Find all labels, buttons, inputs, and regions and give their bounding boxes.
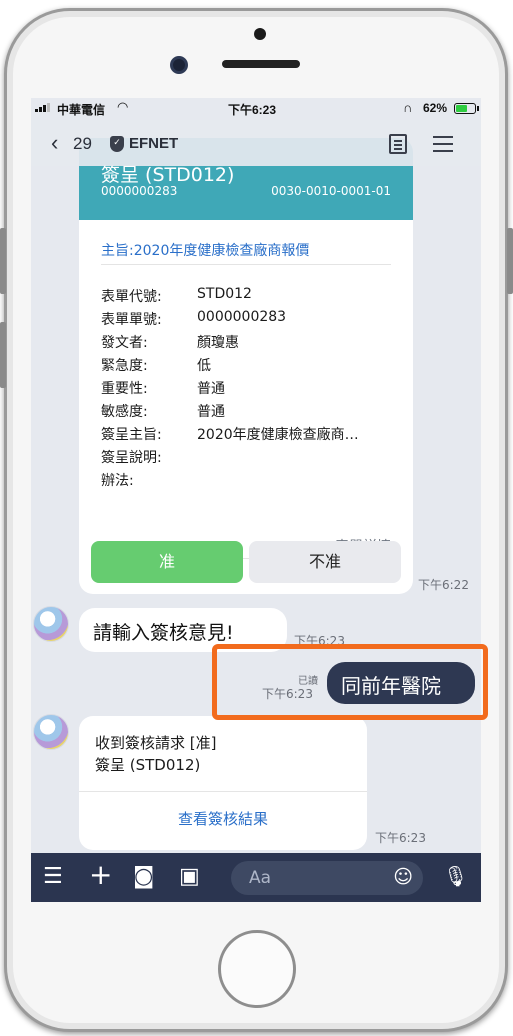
input-placeholder: Aa — [249, 868, 272, 888]
reject-button[interactable]: 不准 — [249, 541, 401, 583]
field-row: 發文者: 顏瓊惠 — [101, 332, 391, 355]
battery-percent: 62% — [423, 101, 448, 115]
unread-count[interactable]: 29 — [73, 134, 92, 154]
field-label: 重要性: — [101, 381, 148, 397]
plus-icon[interactable]: + — [89, 858, 112, 891]
notes-icon[interactable] — [389, 134, 407, 154]
field-label: 敏感度: — [101, 404, 148, 420]
chat-header: ‹ 29 ✓ EFNET — [31, 120, 481, 166]
volume-up-button — [0, 228, 6, 294]
menu-list-icon[interactable]: ☰ — [43, 864, 63, 889]
message-input[interactable]: Aa ☺ — [231, 861, 423, 895]
field-row: 表單單號: 0000000283 — [101, 309, 391, 332]
microphone-icon[interactable]: 🎙 — [443, 864, 468, 888]
status-time: 下午6:23 — [228, 103, 277, 117]
divider — [79, 791, 367, 792]
carrier-name: 中華電信 — [57, 103, 106, 117]
camera-icon[interactable]: ◙ — [133, 864, 154, 889]
highlight-box — [212, 644, 488, 720]
field-label: 緊急度: — [101, 358, 148, 374]
card-fields: 表單代號: STD012 表單單號: 0000000283 發文者: 顏瓊惠 緊急度:… — [101, 286, 391, 493]
field-value: STD012 — [197, 286, 252, 302]
card-timestamp: 下午6:22 — [418, 578, 469, 592]
field-row: 敏感度: 普通 — [101, 401, 391, 424]
view-result-link[interactable]: 查看簽核結果 — [79, 808, 367, 829]
field-value: 顏瓊惠 — [197, 335, 239, 351]
approval-card: 簽呈 (STD012) 0000000283 0030-0010-0001-01… — [79, 138, 413, 594]
power-button — [507, 228, 513, 294]
card-reference-number: 0030-0010-0001-01 — [271, 184, 391, 198]
menu-icon[interactable] — [433, 136, 453, 152]
screen: 中華電信 ◠ 下午6:23 ∩ 62% 簽呈 (STD012) 00000002… — [31, 98, 481, 902]
sender-avatar[interactable] — [33, 714, 69, 750]
field-value: 2020年度健康檢查廠商… — [197, 427, 359, 443]
input-bar: ☰ + ◙ ▣ Aa ☺ 🎙 — [31, 853, 481, 902]
field-value: 普通 — [197, 381, 225, 397]
field-row: 簽呈說明: — [101, 447, 391, 470]
field-value: 低 — [197, 358, 211, 374]
notice-timestamp: 下午6:23 — [375, 831, 426, 845]
approve-button[interactable]: 准 — [91, 541, 243, 583]
field-row: 表單代號: STD012 — [101, 286, 391, 309]
field-label: 表單代號: — [101, 289, 162, 305]
field-row: 重要性: 普通 — [101, 378, 391, 401]
status-bar: 中華電信 ◠ 下午6:23 ∩ 62% — [31, 98, 481, 120]
battery-icon — [454, 103, 479, 114]
message-text: 請輸入簽核意見! — [93, 622, 234, 644]
chat-name: EFNET — [129, 135, 179, 152]
front-camera — [170, 56, 188, 74]
earpiece-speaker — [222, 60, 300, 68]
emoji-icon[interactable]: ☺ — [393, 866, 413, 888]
wifi-icon: ◠ — [117, 99, 129, 114]
notice-line: 簽呈 (STD012) — [95, 756, 201, 774]
approval-result-card: 收到簽核請求 [准] 簽呈 (STD012) 查看簽核結果 — [79, 716, 367, 850]
field-value: 普通 — [197, 404, 225, 420]
field-label: 簽呈說明: — [101, 450, 162, 466]
field-row: 緊急度: 低 — [101, 355, 391, 378]
sender-avatar[interactable] — [33, 606, 69, 642]
image-icon[interactable]: ▣ — [179, 864, 200, 889]
field-label: 辦法: — [101, 473, 134, 489]
back-chevron-icon[interactable]: ‹ — [51, 130, 58, 156]
notice-line: 收到簽核請求 [准] — [95, 734, 217, 752]
divider — [101, 264, 391, 265]
volume-down-button — [0, 322, 6, 388]
field-row: 簽呈主旨: 2020年度健康檢查廠商… — [101, 424, 391, 447]
front-sensor — [254, 28, 266, 40]
signal-icon — [35, 102, 50, 112]
field-label: 表單單號: — [101, 312, 162, 328]
home-button[interactable] — [218, 930, 296, 1008]
field-value: 0000000283 — [197, 309, 287, 325]
field-label: 簽呈主旨: — [101, 427, 162, 443]
shield-icon: ✓ — [110, 136, 124, 152]
card-form-number: 0000000283 — [101, 184, 178, 198]
field-label: 發文者: — [101, 335, 148, 351]
headphone-icon: ∩ — [403, 100, 413, 115]
field-row: 辦法: — [101, 470, 391, 493]
card-subject: 主旨:2020年度健康檢查廠商報價 — [101, 243, 310, 259]
